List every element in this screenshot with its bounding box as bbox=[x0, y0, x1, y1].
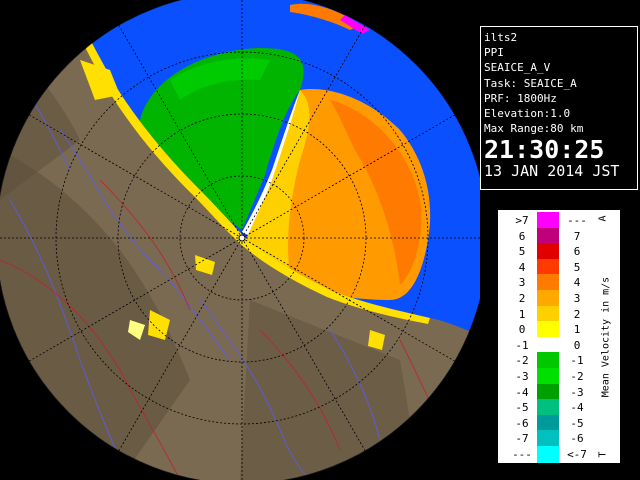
legend-color-swatch bbox=[537, 336, 559, 354]
legend-title-area: Mean Velocity in m/s A T bbox=[593, 211, 619, 462]
legend-right-value: 2 bbox=[573, 307, 581, 321]
legend-color-swatch bbox=[537, 321, 559, 339]
legend-right-value: 7 bbox=[573, 229, 581, 243]
legend-top-letter: A bbox=[597, 215, 609, 222]
elevation-label: Elevation:1.0 bbox=[484, 107, 571, 121]
legend-left-value: 1 bbox=[518, 307, 526, 321]
legend-left-value: 6 bbox=[518, 229, 526, 243]
legend-right-value: -2 bbox=[570, 370, 584, 383]
legend-color-swatch bbox=[537, 274, 559, 292]
legend-left-value: -5 bbox=[515, 401, 529, 415]
legend-left-value: -1 bbox=[515, 338, 529, 352]
legend-right-value: -3 bbox=[570, 385, 584, 399]
legend-color-swatch bbox=[537, 368, 559, 385]
legend-left-value: -2 bbox=[515, 354, 529, 368]
legend-left-value: 0 bbox=[518, 323, 526, 337]
legend-color-swatch bbox=[537, 352, 559, 370]
legend-left-value: -6 bbox=[515, 416, 529, 430]
legend-left-value: 3 bbox=[518, 276, 526, 290]
legend-right-value: 4 bbox=[573, 276, 581, 290]
radar-site-marker bbox=[238, 234, 246, 242]
task-label: Task: SEAICE_A bbox=[484, 76, 577, 90]
legend-right-value: <-7 bbox=[567, 448, 587, 461]
legend-right-value: -1 bbox=[570, 354, 584, 368]
legend-color-swatch bbox=[537, 446, 559, 463]
legend-color-swatch bbox=[537, 212, 559, 229]
legend-color-swatch bbox=[537, 399, 559, 417]
velocity-legend: >7 --- 6 7 5 6 4 5 3 4 2 3 1 2 0 1 -1 0 -2 -1 -3 -2 -4 -3 -5 -4 -6… bbox=[498, 210, 620, 463]
legend-right-value: -5 bbox=[570, 416, 584, 430]
legend-color-swatch bbox=[537, 305, 559, 323]
legend-color-swatch bbox=[537, 383, 559, 401]
legend-left-value: --- bbox=[512, 448, 532, 461]
radar-display: ilts2 PPI SEAICE_A_V Task: SEAICE_A PRF:… bbox=[0, 0, 640, 480]
legend-right-value: -6 bbox=[570, 432, 584, 446]
legend-color-swatch bbox=[537, 258, 559, 276]
scan-date: 13 JAN 2014 JST bbox=[484, 162, 620, 181]
legend-left-value: 5 bbox=[518, 245, 526, 259]
legend-right-value: -4 bbox=[570, 401, 584, 415]
legend-color-swatch bbox=[537, 414, 559, 432]
legend-color-swatch bbox=[537, 243, 559, 261]
radar-image bbox=[0, 0, 480, 480]
legend-left-value: -3 bbox=[515, 370, 529, 383]
legend-left-value: -7 bbox=[515, 432, 529, 446]
legend-bottom-letter: T bbox=[597, 451, 609, 458]
scan-type: PPI bbox=[484, 46, 504, 60]
legend-right-value: 1 bbox=[573, 323, 581, 337]
legend-right-value: 3 bbox=[573, 292, 581, 305]
legend-color-swatch bbox=[537, 430, 559, 448]
legend-color-swatch bbox=[537, 227, 559, 245]
scan-time: 21:30:25 bbox=[484, 135, 605, 165]
radar-ppi-view[interactable] bbox=[0, 0, 480, 480]
legend-title: Mean Velocity in m/s bbox=[600, 276, 612, 397]
product-name: SEAICE_A_V bbox=[484, 61, 551, 75]
legend-color-swatch bbox=[537, 290, 559, 307]
info-panel: ilts2 PPI SEAICE_A_V Task: SEAICE_A PRF:… bbox=[480, 26, 638, 190]
legend-right-value: 6 bbox=[573, 245, 581, 259]
legend-left-value: 2 bbox=[518, 292, 526, 305]
site-name: ilts2 bbox=[484, 31, 518, 44]
max-range-label: Max Range:80 km bbox=[484, 122, 584, 136]
legend-left-value: >7 bbox=[515, 214, 529, 227]
prf-label: PRF: 1800Hz bbox=[484, 91, 557, 105]
legend-right-value: 5 bbox=[573, 260, 581, 274]
legend-right-value: --- bbox=[567, 214, 587, 227]
legend-left-value: -4 bbox=[515, 385, 529, 399]
legend-right-value: 0 bbox=[573, 338, 581, 352]
legend-left-value: 4 bbox=[518, 260, 526, 274]
